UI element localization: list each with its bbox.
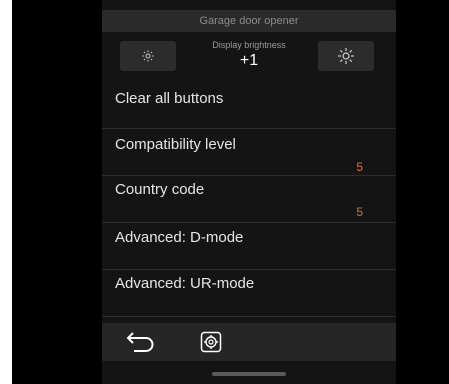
- menu-item-advanced-d-mode[interactable]: Advanced: D-mode: [102, 229, 396, 267]
- divider: [102, 316, 396, 317]
- back-arrow-icon: [126, 332, 154, 352]
- divider: [102, 222, 396, 223]
- divider: [102, 128, 396, 129]
- device-frame: Garage door opener Display brightness +1: [12, 0, 449, 384]
- menu-item-country-code[interactable]: Country code 5: [102, 181, 396, 221]
- sun-dim-icon: [142, 50, 154, 62]
- back-button[interactable]: [122, 327, 158, 357]
- sun-bright-icon: [338, 48, 354, 64]
- menu-item-label: Clear all buttons: [115, 90, 224, 107]
- home-indicator[interactable]: [212, 372, 286, 376]
- divider: [102, 269, 396, 270]
- menu-item-label: Advanced: UR-mode: [115, 275, 255, 292]
- menu-item-value: 5: [356, 205, 363, 219]
- page-title: Garage door opener: [102, 10, 396, 32]
- settings-button[interactable]: [198, 327, 224, 357]
- brightness-control: Display brightness +1: [102, 36, 396, 76]
- brightness-increase-button[interactable]: [318, 41, 374, 71]
- menu-item-clear-all-buttons[interactable]: Clear all buttons: [102, 90, 396, 128]
- menu-item-label: Country code: [115, 181, 205, 198]
- brightness-decrease-button[interactable]: [120, 41, 176, 71]
- settings-gear-icon: [200, 331, 222, 353]
- screen: Garage door opener Display brightness +1: [102, 0, 396, 384]
- menu-item-label: Compatibility level: [115, 136, 236, 153]
- brightness-value: +1: [239, 52, 259, 69]
- menu-item-compatibility-level[interactable]: Compatibility level 5: [102, 136, 396, 176]
- menu-item-advanced-ur-mode[interactable]: Advanced: UR-mode: [102, 275, 396, 313]
- menu-item-value: 5: [356, 160, 363, 174]
- menu-item-label: Advanced: D-mode: [115, 229, 244, 246]
- brightness-label: Display brightness: [212, 40, 286, 50]
- divider: [102, 175, 396, 176]
- bottom-bar: [102, 323, 396, 361]
